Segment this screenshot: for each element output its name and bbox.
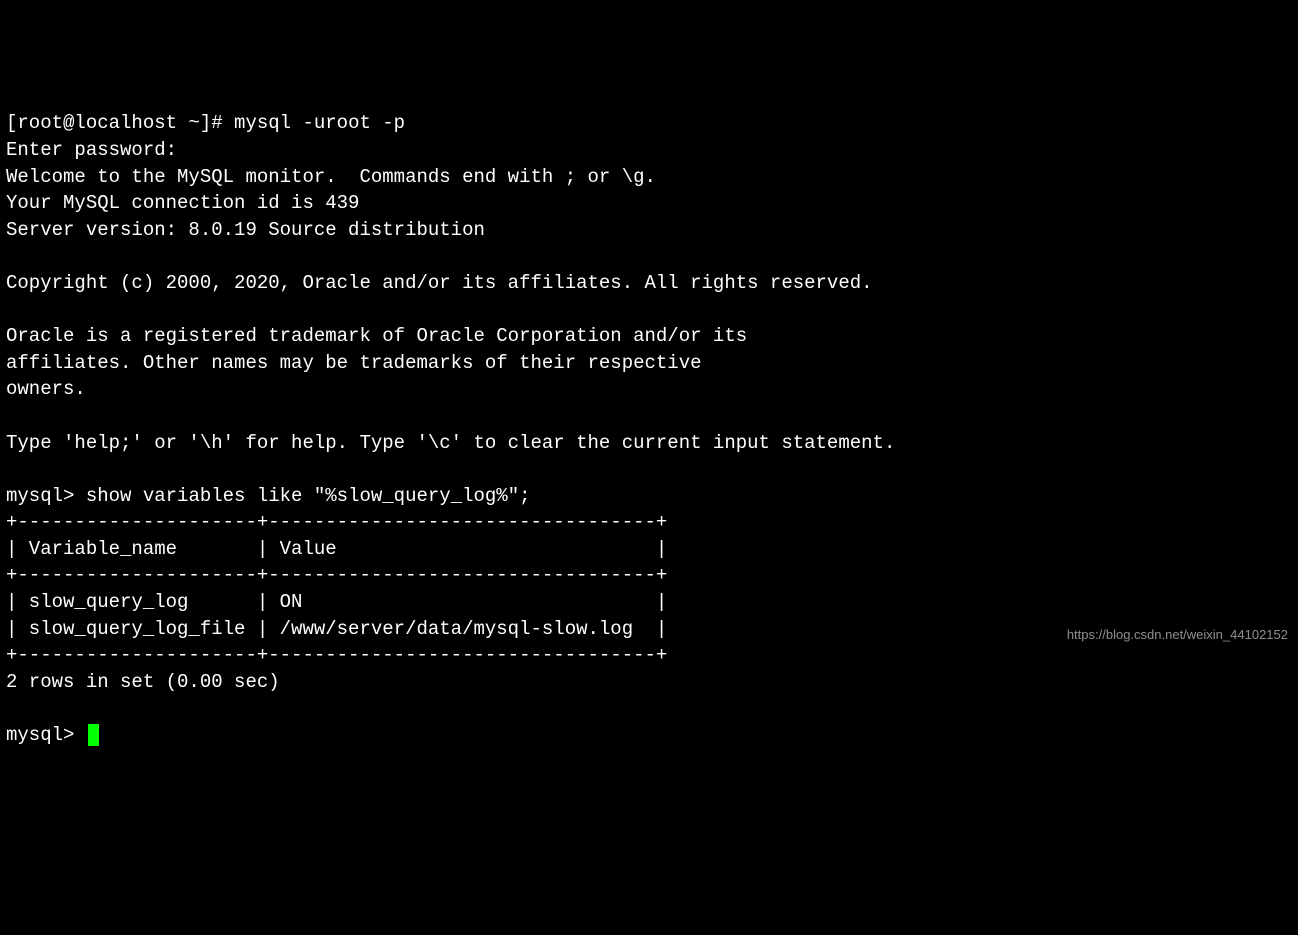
mysql-prompt: mysql> bbox=[6, 485, 86, 507]
text-line: Enter password: bbox=[6, 139, 177, 161]
table-border: +---------------------+-----------------… bbox=[6, 564, 667, 586]
cursor-icon bbox=[88, 724, 99, 746]
shell-prompt: [root@localhost ~]# bbox=[6, 112, 234, 134]
text-line: Welcome to the MySQL monitor. Commands e… bbox=[6, 166, 656, 188]
text-line: Your MySQL connection id is 439 bbox=[6, 192, 359, 214]
mysql-prompt: mysql> bbox=[6, 724, 86, 746]
watermark-text: https://blog.csdn.net/weixin_44102152 bbox=[1067, 626, 1288, 644]
table-row: | slow_query_log_file | /www/server/data… bbox=[6, 618, 667, 640]
table-border: +---------------------+-----------------… bbox=[6, 644, 667, 666]
shell-command: mysql -uroot -p bbox=[234, 112, 405, 134]
table-border: +---------------------+-----------------… bbox=[6, 511, 667, 533]
mysql-command: show variables like "%slow_query_log%"; bbox=[86, 485, 531, 507]
text-line: owners. bbox=[6, 378, 86, 400]
text-line: Copyright (c) 2000, 2020, Oracle and/or … bbox=[6, 272, 873, 294]
text-line: affiliates. Other names may be trademark… bbox=[6, 352, 702, 374]
result-summary: 2 rows in set (0.00 sec) bbox=[6, 671, 280, 693]
terminal-output[interactable]: [root@localhost ~]# mysql -uroot -p Ente… bbox=[6, 110, 1292, 748]
text-line: Server version: 8.0.19 Source distributi… bbox=[6, 219, 485, 241]
text-line: Oracle is a registered trademark of Orac… bbox=[6, 325, 747, 347]
table-row: | slow_query_log | ON | bbox=[6, 591, 667, 613]
table-header: | Variable_name | Value | bbox=[6, 538, 667, 560]
text-line: Type 'help;' or '\h' for help. Type '\c'… bbox=[6, 432, 895, 454]
